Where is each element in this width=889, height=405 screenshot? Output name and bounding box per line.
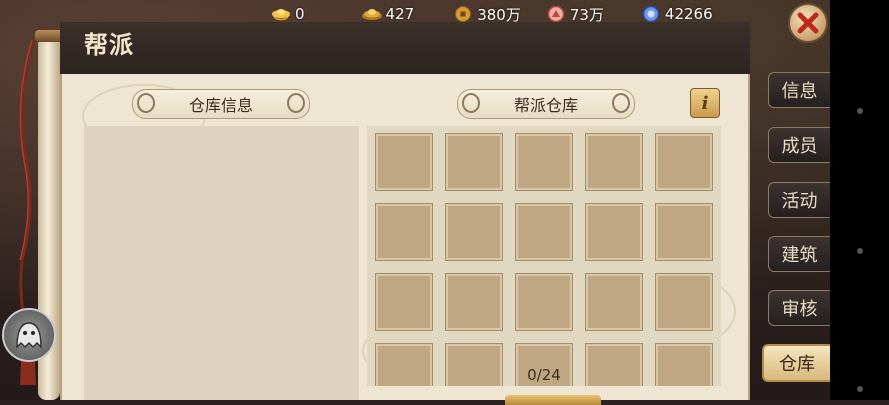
tab-label: 活动 [781,191,818,212]
panel-title: 帮派 [84,30,134,59]
cloud-ornament-icon [287,93,305,113]
copper-coin-icon [455,6,472,22]
avatar-button[interactable] [2,308,56,362]
inventory-slot[interactable] [655,273,713,331]
tab-buildings[interactable]: 建筑 [768,236,830,272]
gold-ingot-value: 0 [295,5,305,23]
energy-value: 42266 [664,5,713,23]
silver-ingot-icon [361,9,382,20]
gold-ingot-icon [272,9,290,21]
resource-gold-ingot: 0 [270,5,305,23]
inventory-slot[interactable] [655,203,713,261]
inventory-slot[interactable] [375,273,433,331]
dot-icon [857,248,863,254]
dot-icon [857,386,863,392]
silver-ingot-value: 427 [385,5,415,23]
tab-label: 仓库 [779,354,815,375]
info-button[interactable]: i [690,88,720,118]
blue-orb-icon [642,6,660,22]
resource-silver-ingot: 427 [361,5,415,23]
tab-label: 审核 [781,299,818,320]
dot-icon [857,108,863,114]
cloud-ornament-icon [612,93,630,113]
bottom-button[interactable] [505,395,601,405]
storage-count: 0/24 [527,366,561,384]
storage-info-title: 仓库信息 [188,96,253,115]
tab-storage[interactable]: 仓库 [762,344,830,382]
close-icon [797,12,819,34]
inventory-slot[interactable] [515,133,573,191]
tab-label: 信息 [781,81,818,102]
tab-activities[interactable]: 活动 [768,182,830,218]
inventory-slot[interactable] [585,133,643,191]
info-icon: i [701,92,709,114]
red-orb-icon [547,6,565,22]
inventory-slot[interactable] [445,203,503,261]
inventory-slot[interactable] [585,203,643,261]
scroll-cap-decoration [35,30,63,42]
inventory-slot[interactable] [655,133,713,191]
cloud-ornament-icon [137,93,155,113]
inventory-slot[interactable] [445,133,503,191]
close-button[interactable] [788,3,828,43]
inventory-slot[interactable] [515,273,573,331]
guild-storage-title: 帮派仓库 [513,96,578,115]
storage-info-header: 仓库信息 [132,89,310,119]
inventory-slot[interactable] [375,133,433,191]
screen-edge-bar [830,0,889,400]
guild-storage-header: 帮派仓库 [457,89,635,119]
inventory-slot[interactable] [585,273,643,331]
inventory-slot[interactable] [375,203,433,261]
ghost-avatar-icon [16,322,42,349]
tab-label: 成员 [781,136,818,157]
panel-header [60,22,750,76]
inventory-slot[interactable] [445,273,503,331]
tab-info[interactable]: 信息 [768,72,830,108]
tab-members[interactable]: 成员 [768,127,830,163]
storage-info-area [84,126,359,400]
storage-grid[interactable] [367,126,721,386]
tab-review[interactable]: 审核 [768,290,830,326]
resource-energy: 42266 [640,5,713,23]
cloud-ornament-icon [462,93,480,113]
tab-label: 建筑 [781,245,818,266]
inventory-slot[interactable] [515,203,573,261]
